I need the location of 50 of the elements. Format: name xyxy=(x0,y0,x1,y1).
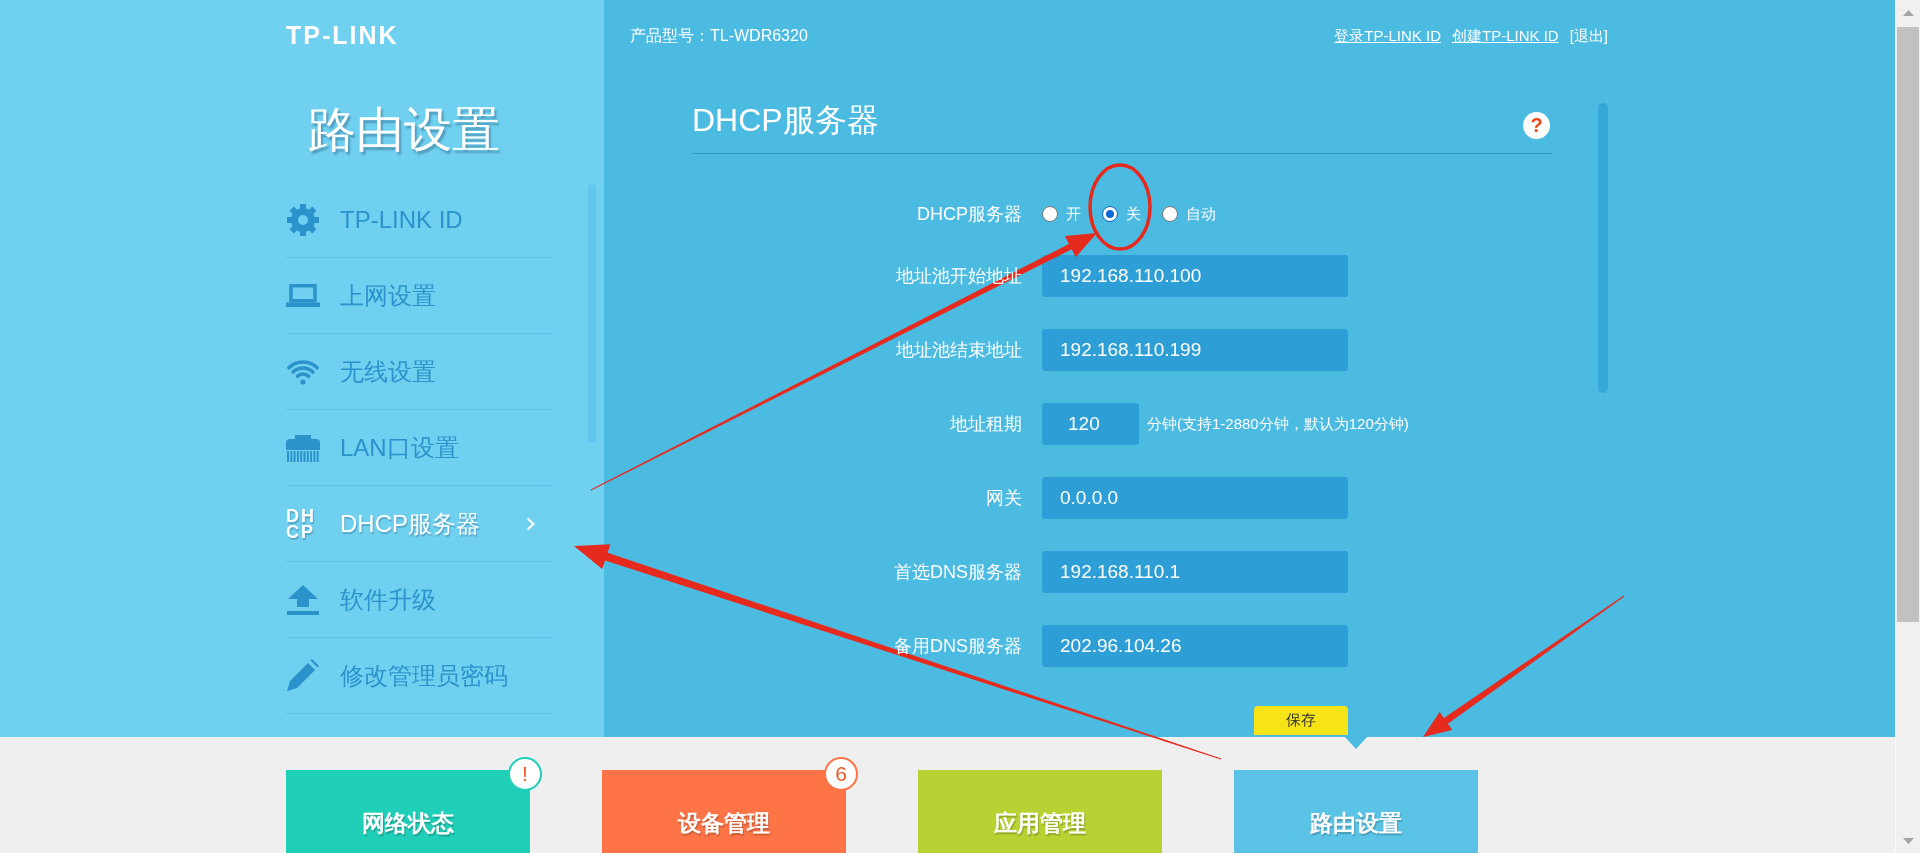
ethernet-port-icon xyxy=(286,433,320,462)
sidebar-item[interactable]: 修改管理员密码 xyxy=(286,638,552,714)
upload-icon xyxy=(286,584,320,615)
product-model-text: 产品型号：TL-WDR6320 xyxy=(630,25,808,46)
input-field[interactable]: 0.0.0.0 xyxy=(1042,477,1348,519)
header-link[interactable]: 创建TP-LINK ID xyxy=(1451,26,1559,46)
wifi-icon xyxy=(286,358,320,385)
sidebar-item[interactable]: TP-LINK ID xyxy=(286,182,552,258)
field-label: 备用DNS服务器 xyxy=(894,635,1022,658)
field-label: 地址租期 xyxy=(950,413,1022,436)
sidebar-item[interactable]: DH CP DHCP服务器 xyxy=(286,486,552,562)
radio-button[interactable] xyxy=(1162,206,1178,222)
notification-badge: 6 xyxy=(824,757,858,791)
sidebar-item[interactable]: LAN口设置 xyxy=(286,410,552,486)
input-field[interactable]: 192.168.110.1 xyxy=(1042,551,1348,593)
notification-badge: ! xyxy=(508,757,542,791)
sidebar-item[interactable]: 上网设置 xyxy=(286,258,552,334)
header-link[interactable]: 登录TP-LINK ID xyxy=(1334,26,1441,46)
page-title: DHCP服务器 xyxy=(692,101,879,140)
input-field[interactable]: 202.96.104.26 xyxy=(1042,625,1348,667)
chevron-right-icon xyxy=(526,516,535,531)
caret-up-icon xyxy=(1902,9,1914,16)
field-label: 地址池结束地址 xyxy=(896,339,1022,362)
save-button[interactable]: 保存 xyxy=(1254,706,1348,735)
radio-label[interactable]: 开 xyxy=(1066,204,1081,224)
input-field[interactable]: 120 xyxy=(1042,403,1139,445)
nav-tile[interactable]: 路由设置 xyxy=(1234,770,1478,853)
input-field[interactable]: 192.168.110.100 xyxy=(1042,255,1348,297)
laptop-icon xyxy=(286,284,320,307)
radio-button[interactable] xyxy=(1042,206,1058,222)
field-label: 首选DNS服务器 xyxy=(894,561,1022,584)
caret-down-icon xyxy=(1902,837,1914,844)
sidebar-item[interactable]: 软件升级 xyxy=(286,562,552,638)
header-link[interactable]: [退出] xyxy=(1569,26,1608,46)
logo-text: TP-LINK xyxy=(286,24,399,46)
field-label: 网关 xyxy=(986,487,1022,510)
nav-tile[interactable]: 应用管理 xyxy=(918,770,1162,853)
radio-label[interactable]: 自动 xyxy=(1186,204,1216,224)
gear-icon xyxy=(286,202,320,237)
scrollbar-thumb[interactable] xyxy=(1897,27,1919,622)
radio-button[interactable] xyxy=(1102,206,1118,222)
letter-icon: DH CP xyxy=(286,507,320,540)
input-field[interactable]: 192.168.110.199 xyxy=(1042,329,1348,371)
sidebar-title: 路由设置 xyxy=(308,102,500,158)
help-button[interactable]: ? xyxy=(1523,111,1550,139)
sidebar-item[interactable]: 无线设置 xyxy=(286,334,552,410)
field-label: DHCP服务器 xyxy=(917,203,1022,226)
hint-text: 分钟(支持1-2880分钟，默认为120分钟) xyxy=(1147,414,1409,434)
pencil-icon xyxy=(286,659,320,692)
radio-label[interactable]: 关 xyxy=(1126,204,1141,224)
